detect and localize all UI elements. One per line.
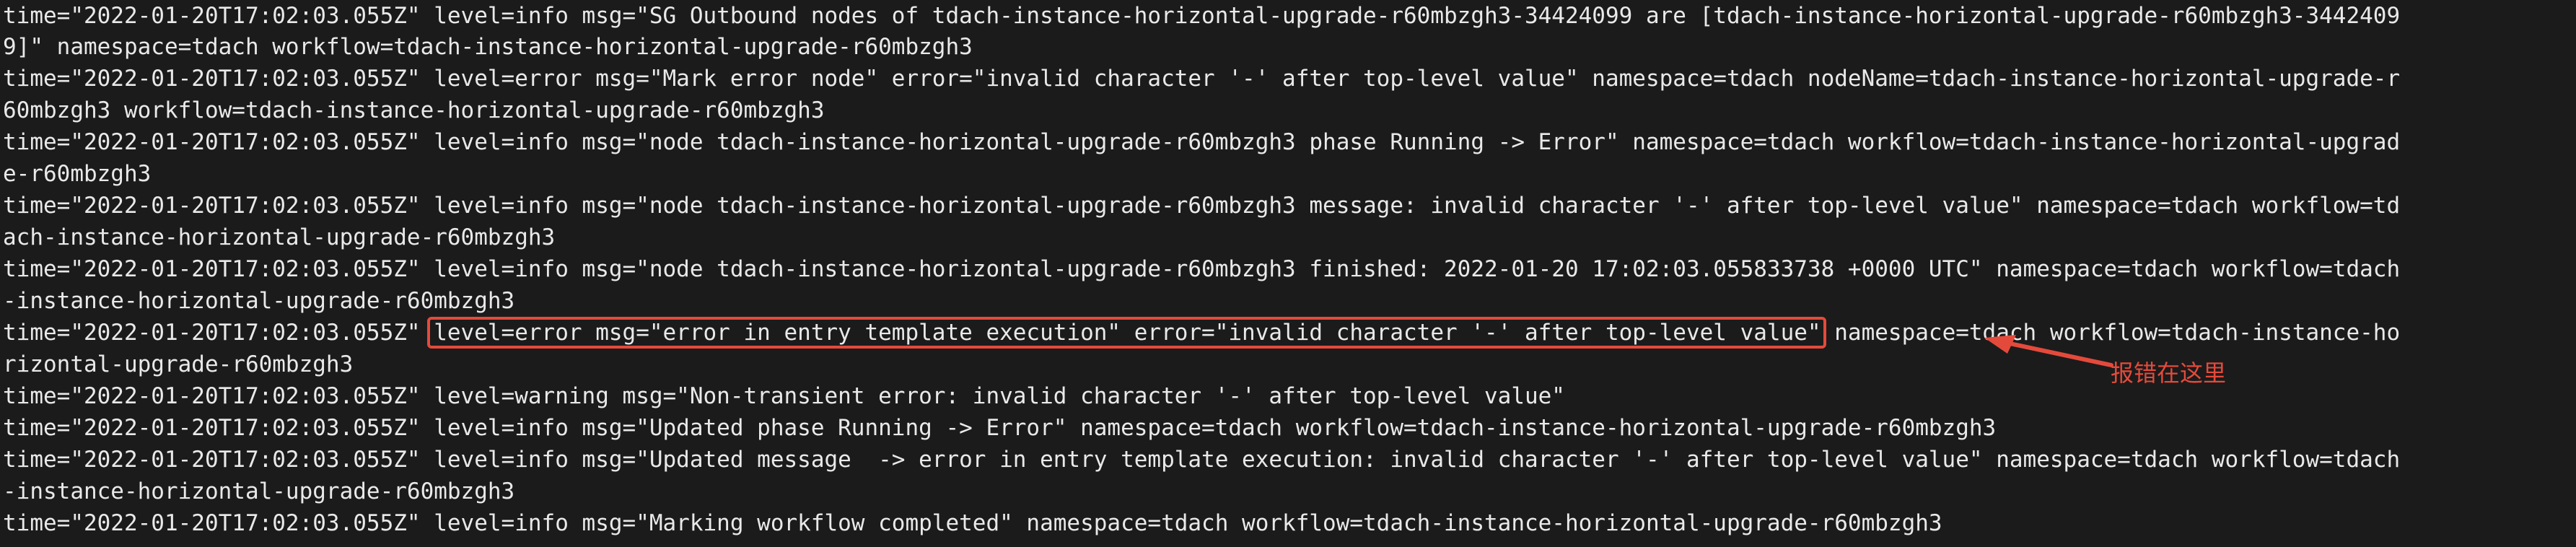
log-line-5: time="2022-01-20T17:02:03.055Z" level=in… — [3, 256, 2401, 282]
log-line-8: time="2022-01-20T17:02:03.055Z" level=in… — [3, 415, 1997, 441]
log-line-5-wrap: -instance-horizontal-upgrade-r60mbzgh3 — [3, 288, 515, 314]
log-line-2: time="2022-01-20T17:02:03.055Z" level=er… — [3, 66, 2401, 92]
log-line-3-wrap: e-r60mbzgh3 — [3, 161, 152, 187]
annotation-label: 报错在这里 — [2111, 359, 2227, 387]
log-line-2-wrap: 60mbzgh3 workflow=tdach-instance-horizon… — [3, 97, 825, 123]
log-line-4: time="2022-01-20T17:02:03.055Z" level=in… — [3, 193, 2401, 219]
log-line-10: time="2022-01-20T17:02:03.055Z" level=in… — [3, 510, 1942, 536]
log-line-4-wrap: ach-instance-horizontal-upgrade-r60mbzgh… — [3, 224, 556, 250]
log-line-1: time="2022-01-20T17:02:03.055Z" level=in… — [3, 3, 2401, 29]
error-highlight-box: level=error msg="error in entry template… — [427, 317, 1826, 349]
log-line-6-wrap: rizontal-upgrade-r60mbzgh3 — [3, 351, 354, 377]
log-line-prefix: time="2022-01-20T17:02:03.055Z" — [3, 320, 434, 346]
error-highlight-text: level=error msg="error in entry template… — [434, 320, 1821, 346]
terminal-output: time="2022-01-20T17:02:03.055Z" level=in… — [0, 0, 2576, 547]
log-line-3: time="2022-01-20T17:02:03.055Z" level=in… — [3, 129, 2401, 155]
log-line-7: time="2022-01-20T17:02:03.055Z" level=wa… — [3, 383, 1565, 409]
log-line-9-wrap: -instance-horizontal-upgrade-r60mbzgh3 — [3, 478, 515, 504]
log-line-9: time="2022-01-20T17:02:03.055Z" level=in… — [3, 447, 2401, 473]
log-line-1-wrap: 9]" namespace=tdach workflow=tdach-insta… — [3, 34, 973, 60]
annotation-arrow-icon — [1984, 335, 2113, 367]
